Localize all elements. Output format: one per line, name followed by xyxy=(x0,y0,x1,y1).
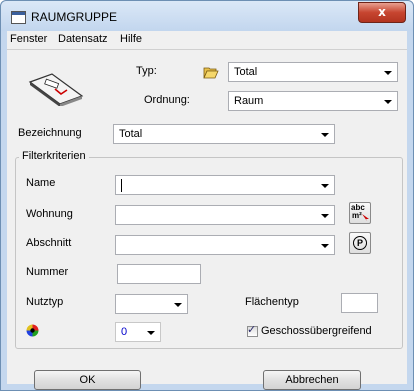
name-combo[interactable] xyxy=(115,175,335,195)
chevron-down-icon xyxy=(321,184,329,188)
check-icon: ✓ xyxy=(247,323,257,336)
nummer-input[interactable] xyxy=(117,264,201,284)
geschoss-label: Geschossübergreifend xyxy=(261,325,372,337)
typ-select[interactable]: Total xyxy=(228,62,398,82)
title-bar[interactable]: RAUMGRUPPE x xyxy=(1,1,413,31)
geschoss-checkbox[interactable]: ✓ xyxy=(247,323,258,337)
dialog-body: Typ: Total Ordnung: Raum Bezeichnung Tot… xyxy=(7,50,407,390)
nutztyp-label: Nutztyp xyxy=(26,296,64,308)
wohnung-label: Wohnung xyxy=(26,208,73,220)
chevron-down-icon xyxy=(384,100,392,104)
nutztyp-combo[interactable] xyxy=(115,294,188,314)
chevron-down-icon xyxy=(321,133,329,137)
arrow-icon xyxy=(362,214,369,221)
parking-icon: P xyxy=(353,236,367,250)
menu-datensatz[interactable]: Datensatz xyxy=(58,33,108,45)
name-label: Name xyxy=(26,177,56,189)
open-folder-icon[interactable] xyxy=(203,66,219,79)
ok-button[interactable]: OK xyxy=(34,370,141,390)
color-wheel-icon xyxy=(26,324,39,337)
close-button[interactable]: x xyxy=(358,2,406,23)
typ-label: Typ: xyxy=(136,65,157,77)
bezeichnung-select[interactable]: Total xyxy=(113,124,335,144)
abschnitt-label: Abschnitt xyxy=(26,237,72,249)
ordnung-label: Ordnung: xyxy=(144,94,190,106)
wohnung-combo[interactable] xyxy=(115,205,335,225)
window-title: RAUMGRUPPE xyxy=(31,10,118,24)
raumgruppe-window: RAUMGRUPPE x Fenster Datensatz Hilfe Typ… xyxy=(0,0,414,391)
chevron-down-icon xyxy=(384,71,392,75)
chevron-down-icon xyxy=(321,214,329,218)
chevron-down-icon xyxy=(147,331,155,335)
flaechentyp-label: Flächentyp xyxy=(245,296,299,308)
cancel-button[interactable]: Abbrechen xyxy=(263,370,361,390)
menu-fenster[interactable]: Fenster xyxy=(10,33,47,45)
color-select[interactable]: 0 xyxy=(115,322,161,342)
abschnitt-combo[interactable] xyxy=(115,235,335,255)
ordnung-select[interactable]: Raum xyxy=(228,91,398,111)
abc-area-button[interactable]: abc m² xyxy=(349,202,371,224)
chevron-down-icon xyxy=(321,244,329,248)
chevron-down-icon xyxy=(174,303,182,307)
bezeichnung-label: Bezeichnung xyxy=(18,127,82,139)
flaechentyp-input[interactable] xyxy=(341,293,378,313)
text-cursor xyxy=(121,179,122,192)
parking-button[interactable]: P xyxy=(349,232,371,254)
nummer-label: Nummer xyxy=(26,266,69,278)
menu-bar: Fenster Datensatz Hilfe xyxy=(7,31,407,50)
room-group-icon xyxy=(28,73,84,106)
app-icon xyxy=(11,11,26,24)
filter-group-title: Filterkriterien xyxy=(19,150,89,162)
menu-hilfe[interactable]: Hilfe xyxy=(120,33,142,45)
